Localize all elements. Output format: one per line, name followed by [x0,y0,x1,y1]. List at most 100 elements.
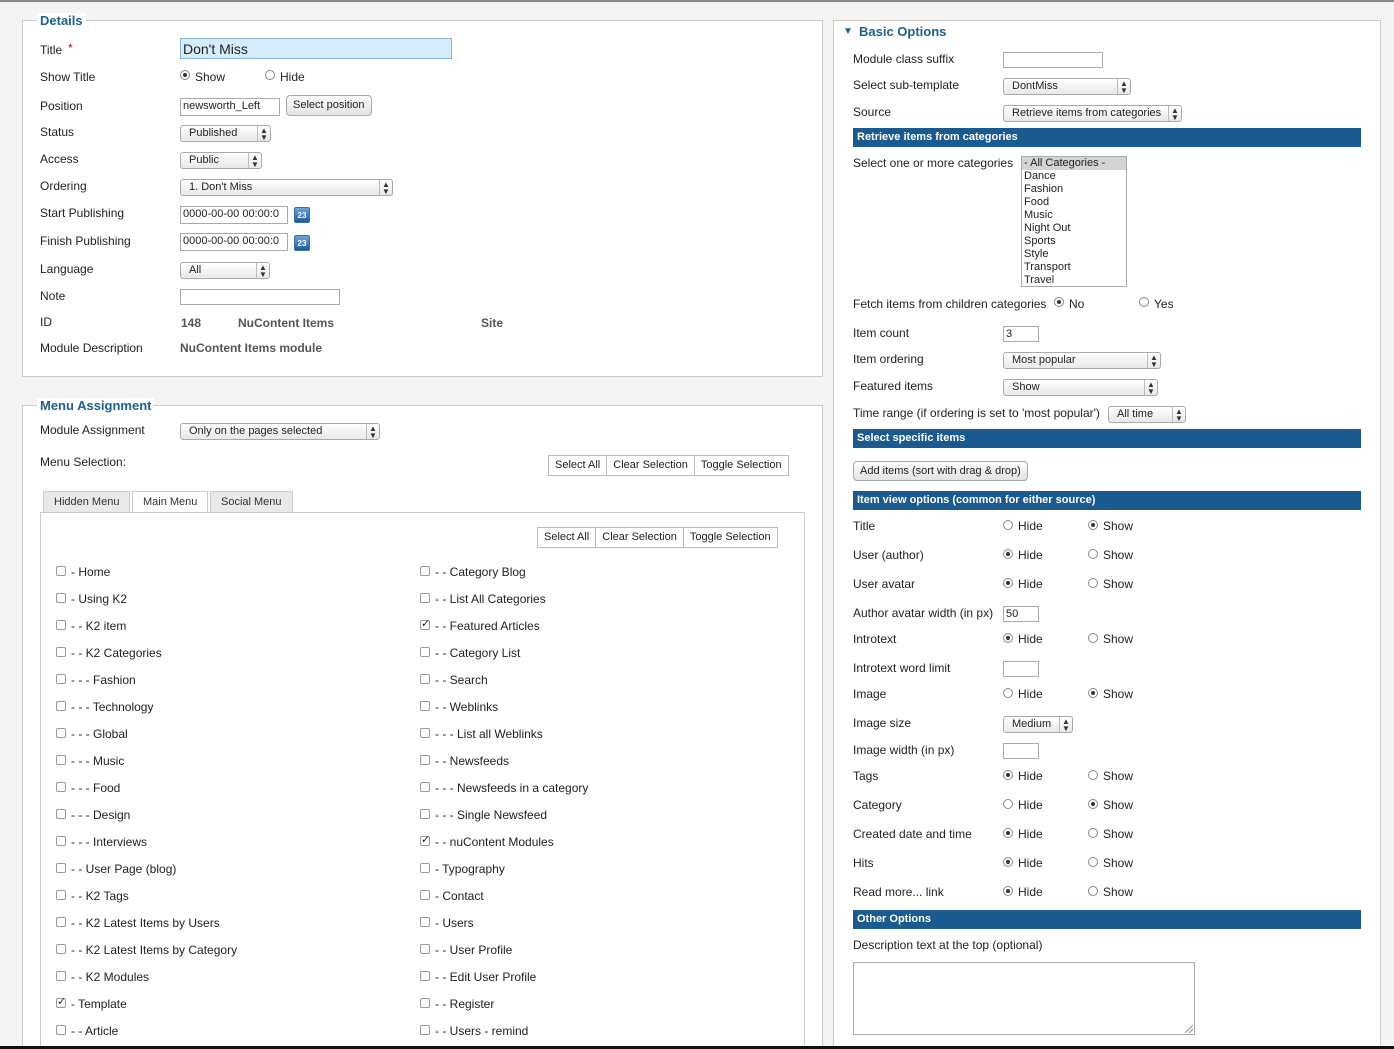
category-option[interactable]: Fashion [1022,183,1126,196]
menu-item-checkbox[interactable] [420,863,430,873]
select-all-button[interactable]: Select All [538,528,597,547]
calendar-icon[interactable]: 23 [294,235,310,251]
status-select[interactable]: Published ▲ ▼ [180,125,271,142]
category-option[interactable]: Food [1022,196,1126,209]
category-option[interactable]: Transport [1022,261,1126,274]
menu-item-checkbox[interactable] [56,755,66,765]
read-more-show-radio[interactable] [1088,886,1098,896]
menu-item-checkbox[interactable] [420,617,430,630]
menu-item-checkbox[interactable] [420,782,430,792]
ordering-select[interactable]: 1. Don't Miss ▲ ▼ [180,179,393,196]
title-show-radio[interactable] [1088,520,1098,530]
menu-item-checkbox[interactable] [420,809,430,819]
menu-item-checkbox[interactable] [56,701,66,711]
note-input[interactable] [180,289,340,305]
menu-item-checkbox[interactable] [56,890,66,900]
calendar-icon[interactable]: 23 [294,207,310,223]
user-author-show-radio[interactable] [1088,549,1098,559]
finish-publishing-input[interactable]: 0000-00-00 00:00:0 [180,233,288,251]
category-show-radio[interactable] [1088,799,1098,809]
menu-item-checkbox[interactable] [420,647,430,657]
menu-item-checkbox[interactable] [420,944,430,954]
menu-item-checkbox[interactable] [420,998,430,1008]
category-option[interactable]: Style [1022,248,1126,261]
user-avatar-show-radio[interactable] [1088,578,1098,588]
clear-selection-button[interactable]: Clear Selection [596,528,684,547]
menu-item-checkbox[interactable] [420,701,430,711]
menu-item-checkbox[interactable] [420,833,430,846]
fetch-children-no-radio[interactable] [1054,297,1064,307]
menu-item-checkbox[interactable] [56,593,66,603]
category-option[interactable]: - All Categories - [1022,157,1126,170]
menu-item-checkbox[interactable] [56,647,66,657]
tags-hide-radio[interactable] [1003,770,1013,780]
title-input[interactable]: Don't Miss [180,38,452,59]
menu-item-checkbox[interactable] [420,755,430,765]
module-class-suffix-input[interactable] [1003,52,1103,68]
category-option[interactable]: Sports [1022,235,1126,248]
menu-item-checkbox[interactable] [56,863,66,873]
introtext-show-radio[interactable] [1088,633,1098,643]
tab-main-menu[interactable]: Main Menu [132,491,209,513]
menu-item-checkbox[interactable] [56,995,66,1008]
menu-item-checkbox[interactable] [56,566,66,576]
menu-item-checkbox[interactable] [56,971,66,981]
introtext-limit-input[interactable] [1003,661,1039,677]
menu-item-checkbox[interactable] [420,728,430,738]
menu-item-checkbox[interactable] [420,890,430,900]
toggle-selection-button[interactable]: Toggle Selection [684,528,777,547]
tab-social-menu[interactable]: Social Menu [210,491,293,512]
basic-options-header[interactable]: Basic Options [859,24,946,39]
category-hide-radio[interactable] [1003,799,1013,809]
categories-listbox[interactable]: - All Categories - Dance Fashion Food Music N… [1021,156,1127,287]
menu-item-checkbox[interactable] [420,593,430,603]
image-width-input[interactable] [1003,743,1039,759]
tab-hidden-menu[interactable]: Hidden Menu [43,491,131,512]
position-input[interactable]: newsworth_Left [180,98,280,116]
category-option[interactable]: Travel [1022,274,1126,286]
read-more-hide-radio[interactable] [1003,886,1013,896]
menu-item-checkbox[interactable] [56,809,66,819]
menu-item-checkbox[interactable] [420,674,430,684]
clear-selection-button[interactable]: Clear Selection [607,456,695,475]
collapse-triangle-icon[interactable]: ▼ [843,26,853,37]
image-size-select[interactable]: Medium ▲ ▼ [1003,716,1073,733]
access-select[interactable]: Public ▲ ▼ [180,152,262,169]
show-title-show-radio[interactable] [180,70,190,80]
select-position-button[interactable]: Select position [286,95,372,116]
menu-item-checkbox[interactable] [56,1025,66,1035]
time-range-select[interactable]: All time ▲ ▼ [1108,406,1186,423]
select-all-button[interactable]: Select All [549,456,608,475]
menu-item-checkbox[interactable] [56,782,66,792]
menu-item-checkbox[interactable] [420,971,430,981]
featured-items-select[interactable]: Show ▲ ▼ [1003,379,1158,396]
item-ordering-select[interactable]: Most popular ▲ ▼ [1003,352,1161,369]
sub-template-select[interactable]: DontMiss ▲ ▼ [1003,78,1131,95]
show-title-hide-radio[interactable] [265,70,275,80]
hits-show-radio[interactable] [1088,857,1098,867]
category-option[interactable]: Night Out [1022,222,1126,235]
menu-item-checkbox[interactable] [56,620,66,630]
module-assignment-select[interactable]: Only on the pages selected ▲ ▼ [180,423,380,440]
menu-item-checkbox[interactable] [420,1025,430,1035]
avatar-width-input[interactable]: 50 [1003,606,1039,622]
menu-item-checkbox[interactable] [56,728,66,738]
toggle-selection-button[interactable]: Toggle Selection [695,456,788,475]
menu-item-checkbox[interactable] [420,917,430,927]
language-select[interactable]: All ▲ ▼ [180,262,270,279]
image-hide-radio[interactable] [1003,688,1013,698]
created-date-show-radio[interactable] [1088,828,1098,838]
resize-grip-icon[interactable] [1185,1025,1193,1033]
add-items-button[interactable]: Add items (sort with drag & drop) [853,461,1028,481]
user-avatar-hide-radio[interactable] [1003,578,1013,588]
tags-show-radio[interactable] [1088,770,1098,780]
menu-item-checkbox[interactable] [56,917,66,927]
introtext-hide-radio[interactable] [1003,633,1013,643]
start-publishing-input[interactable]: 0000-00-00 00:00:0 [180,206,288,224]
menu-item-checkbox[interactable] [56,836,66,846]
title-hide-radio[interactable] [1003,520,1013,530]
fetch-children-yes-radio[interactable] [1139,297,1149,307]
category-option[interactable]: Dance [1022,170,1126,183]
source-select[interactable]: Retrieve items from categories ▲ ▼ [1003,105,1182,122]
menu-item-checkbox[interactable] [56,944,66,954]
